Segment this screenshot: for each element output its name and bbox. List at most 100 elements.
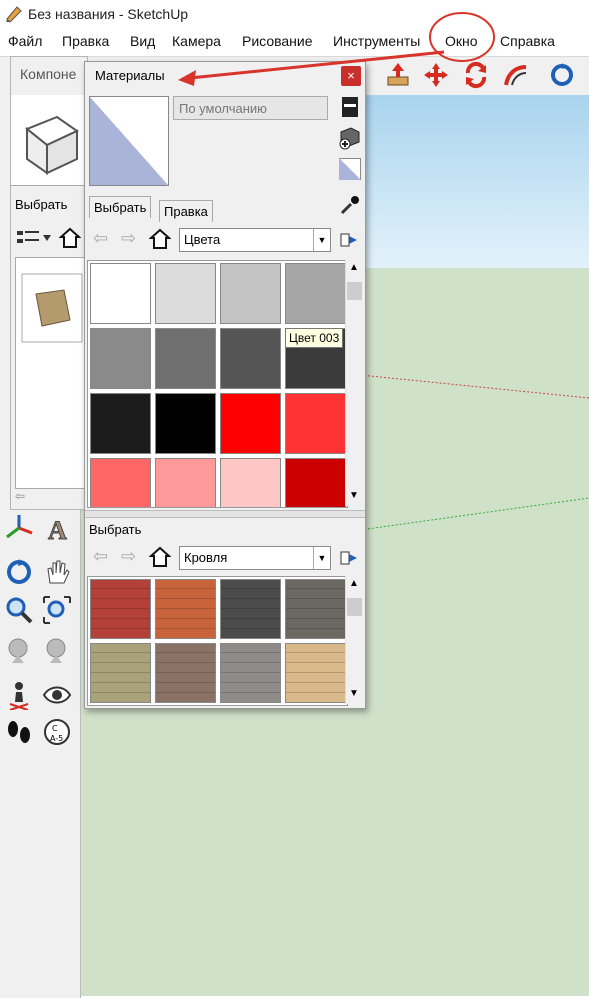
material-preview — [89, 96, 169, 186]
component-preview — [11, 95, 85, 186]
chevron-down-icon[interactable]: ▼ — [313, 547, 330, 569]
back-arrow-icon[interactable]: ⇦ — [93, 228, 108, 249]
material-name-field[interactable]: По умолчанию — [173, 96, 328, 120]
menu-view[interactable]: Вид — [130, 33, 155, 49]
chevron-down-icon[interactable]: ▼ — [313, 229, 330, 251]
color-swatch[interactable] — [90, 458, 151, 507]
color-swatch[interactable] — [220, 458, 281, 507]
menu-draw[interactable]: Рисование — [242, 33, 313, 49]
details-arrow-icon[interactable] — [339, 548, 359, 568]
library-combo-roofing[interactable]: Кровля ▼ — [179, 546, 331, 570]
menu-camera[interactable]: Камера — [172, 33, 221, 49]
pan-hand-icon[interactable] — [42, 557, 72, 587]
library-combo-roofing-value: Кровля — [184, 550, 228, 565]
walk-icon[interactable] — [4, 717, 34, 747]
roof-texture-swatch[interactable] — [155, 579, 216, 639]
color-swatch[interactable] — [285, 458, 346, 507]
textures-scrollbar[interactable]: ▲ ▼ — [345, 576, 363, 704]
scroll-thumb[interactable] — [347, 598, 362, 616]
section-plane-icon[interactable]: C A-5 — [42, 717, 72, 747]
scroll-thumb[interactable] — [347, 282, 362, 300]
components-panel: Выбрать ⇦ — [10, 56, 88, 510]
pane-splitter[interactable] — [85, 510, 365, 518]
menu-window[interactable]: Окно — [445, 33, 478, 49]
color-swatch[interactable] — [90, 263, 151, 324]
tab-edit[interactable]: Правка — [159, 200, 213, 222]
texture-swatch-grid[interactable] — [87, 576, 348, 706]
library-combo-colors[interactable]: Цвета ▼ — [179, 228, 331, 252]
roof-texture-swatch[interactable] — [285, 643, 346, 703]
color-swatch[interactable] — [155, 393, 216, 454]
chevron-up-icon[interactable]: ▲ — [349, 578, 359, 589]
color-swatch[interactable] — [285, 263, 346, 324]
color-swatch[interactable] — [220, 328, 281, 389]
home-icon[interactable] — [59, 227, 81, 249]
orbit-icon[interactable] — [548, 61, 576, 89]
3d-text-icon[interactable]: A — [42, 513, 72, 544]
orbit-tool-icon[interactable] — [4, 557, 34, 587]
back-arrow-icon[interactable]: ⇦ — [93, 546, 108, 567]
components-list[interactable] — [15, 257, 87, 489]
zoom-icon[interactable] — [4, 595, 34, 625]
colors-scrollbar[interactable]: ▲ ▼ — [345, 260, 363, 506]
details-arrow-icon[interactable] — [339, 230, 359, 250]
tab-select[interactable]: Выбрать — [89, 196, 152, 218]
roof-texture-swatch[interactable] — [220, 579, 281, 639]
components-back-arrow-icon[interactable]: ⇦ — [15, 489, 25, 503]
close-button[interactable]: × — [341, 66, 361, 86]
roof-texture-swatch[interactable] — [220, 643, 281, 703]
color-swatch[interactable] — [90, 393, 151, 454]
followme-icon[interactable] — [502, 61, 530, 89]
color-swatch[interactable] — [155, 328, 216, 389]
next-view-icon[interactable] — [42, 635, 72, 665]
roof-texture-swatch[interactable] — [90, 643, 151, 703]
color-swatch[interactable] — [90, 328, 151, 389]
components-title: Компоне — [20, 66, 77, 82]
color-swatch-grid[interactable] — [87, 260, 348, 508]
move-icon[interactable] — [422, 61, 450, 89]
look-around-icon[interactable] — [42, 680, 72, 710]
pushpull-icon[interactable] — [384, 61, 412, 89]
forward-arrow-icon[interactable]: ⇨ — [121, 546, 136, 567]
secondary-select-label: Выбрать — [89, 522, 142, 537]
color-swatch[interactable] — [220, 393, 281, 454]
chevron-down-icon[interactable]: ▼ — [349, 490, 359, 501]
materials-panel: Материалы × По умолчанию Выбрать Правка … — [84, 61, 366, 709]
sketchup-app-icon — [6, 6, 22, 23]
axes-icon[interactable] — [4, 513, 34, 543]
menu-file[interactable]: Файл — [8, 33, 42, 49]
home-icon[interactable] — [149, 228, 171, 250]
previous-view-icon[interactable] — [4, 635, 34, 665]
color-swatch[interactable] — [155, 458, 216, 507]
eyedropper-icon[interactable] — [339, 194, 361, 216]
forward-arrow-icon[interactable]: ⇨ — [121, 228, 136, 249]
position-camera-icon[interactable] — [4, 680, 34, 710]
display-secondary-pane-icon[interactable] — [341, 96, 359, 118]
home-icon[interactable] — [149, 546, 171, 568]
color-swatch[interactable] — [285, 393, 346, 454]
roof-texture-swatch[interactable] — [155, 643, 216, 703]
menu-tools[interactable]: Инструменты — [333, 33, 420, 49]
view-options-icon[interactable] — [15, 227, 55, 251]
materials-title: Материалы — [95, 68, 165, 83]
chevron-down-icon[interactable]: ▼ — [349, 688, 359, 699]
menu-bar: Файл Правка Вид Камера Рисование Инструм… — [0, 30, 589, 54]
svg-text:A-5: A-5 — [50, 734, 63, 743]
menu-help[interactable]: Справка — [500, 33, 555, 49]
roof-texture-swatch[interactable] — [285, 579, 346, 639]
svg-text:C: C — [52, 724, 58, 733]
menu-edit[interactable]: Правка — [62, 33, 109, 49]
color-swatch[interactable] — [155, 263, 216, 324]
default-material-small-icon[interactable] — [339, 158, 361, 180]
components-tab-select[interactable]: Выбрать — [15, 197, 67, 212]
create-material-icon[interactable] — [339, 126, 361, 150]
rotate-icon[interactable] — [462, 61, 490, 89]
color-swatch[interactable] — [220, 263, 281, 324]
library-combo-colors-value: Цвета — [184, 232, 221, 247]
window-title: Без названия - SketchUp — [28, 6, 189, 22]
chevron-up-icon[interactable]: ▲ — [349, 262, 359, 273]
roof-texture-swatch[interactable] — [90, 579, 151, 639]
folder-icon[interactable] — [20, 268, 86, 344]
zoom-window-icon[interactable] — [42, 595, 72, 625]
component-cube-icon — [25, 115, 79, 175]
